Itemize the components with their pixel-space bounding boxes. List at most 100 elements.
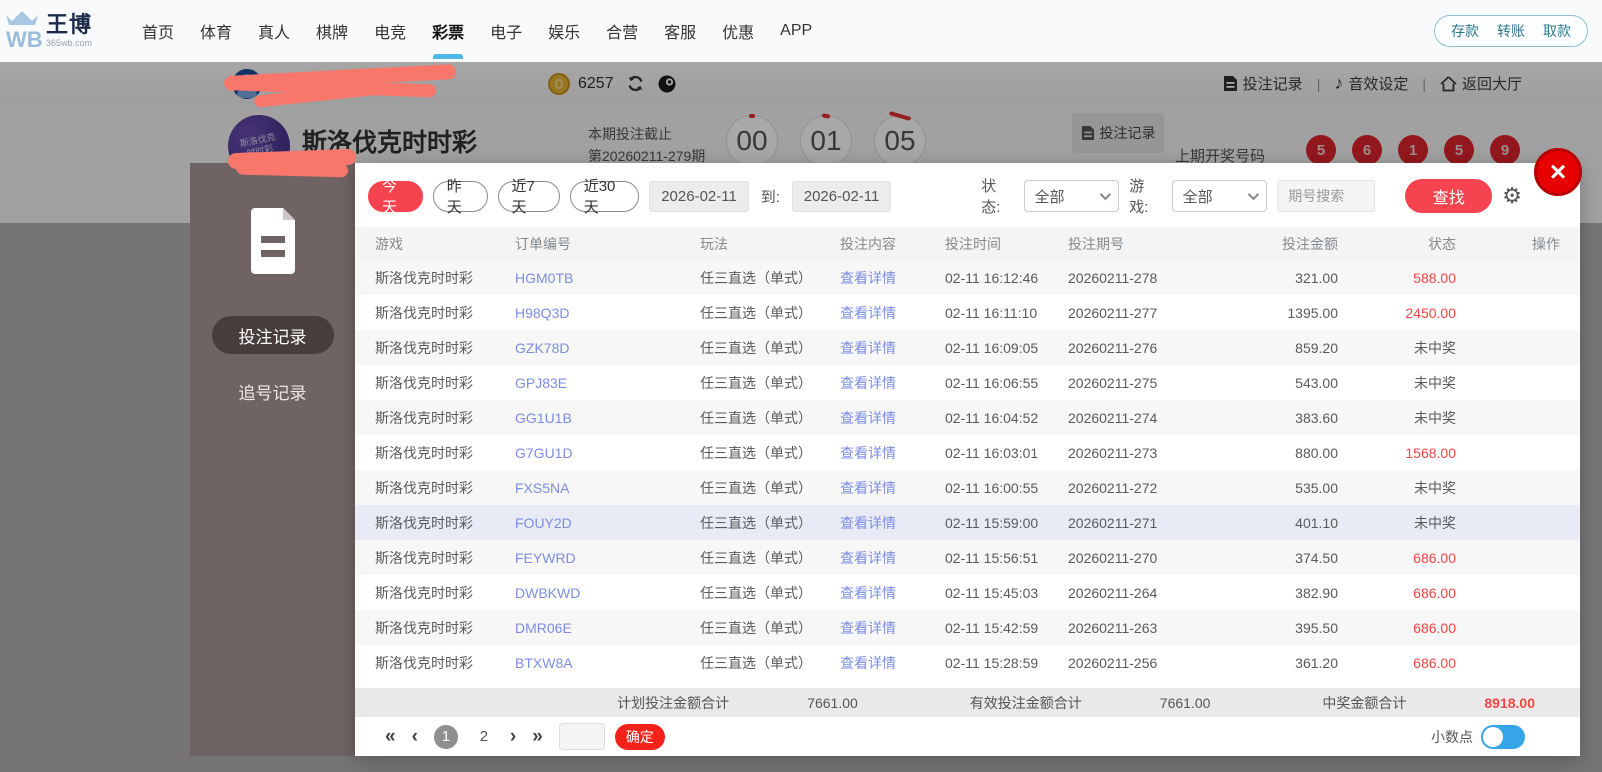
order-number-link[interactable]: FXS5NA — [515, 480, 700, 496]
view-details-link[interactable]: 查看详情 — [840, 583, 945, 603]
cell-status: 686.00 — [1413, 584, 1456, 601]
page-jump-input[interactable] — [558, 723, 605, 750]
table-body: 斯洛伐克时时彩 HGM0TB 任三直选（单式） 查看详情 02-11 16:12:46 2… — [355, 260, 1580, 680]
order-number-link[interactable]: DWBKWD — [515, 585, 700, 601]
cell-amount: 374.50 — [1295, 549, 1338, 566]
nav-item-棋牌[interactable]: 棋牌 — [314, 1, 350, 61]
cell-play-type: 任三直选（单式） — [700, 549, 812, 566]
page-1[interactable]: 1 — [433, 724, 458, 749]
bet-records-modal: 今天 昨天 近7天 近30天 2026-02-11 到: 2026-02-11 状态:… — [355, 163, 1580, 756]
table-row: 斯洛伐克时时彩 G7GU1D 任三直选（单式） 查看详情 02-11 16:03:01 2… — [355, 435, 1580, 470]
cell-status: 未中奖 — [1414, 514, 1456, 531]
brand-logo[interactable]: WB 王博 365wb.com — [2, 9, 132, 53]
nav-item-体育[interactable]: 体育 — [198, 1, 234, 61]
order-number-link[interactable]: BTXW8A — [515, 655, 700, 671]
page-2[interactable]: 2 — [472, 725, 496, 749]
cell-game: 斯洛伐克时时彩 — [375, 549, 473, 566]
cell-amount: 383.60 — [1295, 409, 1338, 426]
status-select[interactable]: 全部 — [1023, 180, 1120, 212]
brand-name: 王博 — [46, 12, 93, 37]
order-number-link[interactable]: FEYWRD — [515, 550, 700, 566]
page: WB 王博 365wb.com 首页 体育 真人 棋牌 电竞 彩票 电子 娱乐 合营 客服 优惠 AP… — [0, 0, 1602, 772]
decimal-toggle[interactable] — [1481, 724, 1525, 749]
brand-domain: 365wb.com — [46, 38, 93, 48]
table-row: 斯洛伐克时时彩 GG1U1B 任三直选（单式） 查看详情 02-11 16:04:52 2… — [355, 400, 1580, 435]
view-details-link[interactable]: 查看详情 — [840, 303, 945, 323]
order-number-link[interactable]: GZK78D — [515, 340, 700, 356]
close-icon[interactable]: × — [1534, 148, 1582, 196]
find-button[interactable]: 查找 — [1405, 179, 1493, 213]
table-row: 斯洛伐克时时彩 GPJ83E 任三直选（单式） 查看详情 02-11 16:06:55 2… — [355, 365, 1580, 400]
nav-item-优惠[interactable]: 优惠 — [720, 1, 756, 61]
order-number-link[interactable]: GG1U1B — [515, 410, 700, 426]
wallet-存款[interactable]: 存款 — [1451, 21, 1479, 41]
wallet-取款[interactable]: 取款 — [1543, 21, 1571, 41]
view-details-link[interactable]: 查看详情 — [840, 373, 945, 393]
game-select[interactable]: 全部 — [1171, 180, 1268, 212]
sidebar-item-投注记录[interactable]: 投注记录 — [211, 316, 334, 354]
cell-play-type: 任三直选（单式） — [700, 409, 812, 426]
table-row: 斯洛伐克时时彩 FXS5NA 任三直选（单式） 查看详情 02-11 16:00:55 2… — [355, 470, 1580, 505]
username-redaction-scribble — [223, 63, 474, 108]
cell-game: 斯洛伐克时时彩 — [375, 584, 473, 601]
order-number-link[interactable]: H98Q3D — [515, 305, 700, 321]
order-number-link[interactable]: GPJ83E — [515, 375, 700, 391]
wallet-转账[interactable]: 转账 — [1497, 21, 1525, 41]
prev-page-button[interactable]: ‹ — [412, 726, 418, 748]
view-details-link[interactable]: 查看详情 — [840, 443, 945, 463]
order-number-link[interactable]: DMR06E — [515, 620, 700, 636]
date-to-input[interactable]: 2026-02-11 — [791, 180, 892, 212]
cell-game: 斯洛伐克时时彩 — [375, 444, 473, 461]
quick-filter-近30天[interactable]: 近30天 — [569, 178, 640, 216]
view-details-link[interactable]: 查看详情 — [840, 548, 945, 568]
cell-play-type: 任三直选（单式） — [700, 584, 812, 601]
gear-icon[interactable]: ⚙ — [1502, 184, 1522, 209]
order-number-link[interactable]: FOUY2D — [515, 515, 700, 531]
view-details-link[interactable]: 查看详情 — [840, 268, 945, 288]
date-from-input[interactable]: 2026-02-11 — [649, 180, 749, 212]
nav-item-合营[interactable]: 合营 — [604, 1, 640, 61]
nav-item-APP[interactable]: APP — [778, 4, 814, 58]
column-header-操作: 操作 — [1532, 235, 1560, 252]
nav-item-客服[interactable]: 客服 — [662, 1, 698, 61]
table-row: 斯洛伐克时时彩 DMR06E 任三直选（单式） 查看详情 02-11 15:42:59 2… — [355, 610, 1580, 645]
view-details-link[interactable]: 查看详情 — [840, 653, 945, 673]
cell-play-type: 任三直选（单式） — [700, 269, 812, 286]
cell-amount: 395.50 — [1295, 619, 1338, 636]
first-page-button[interactable]: « — [385, 726, 396, 748]
cell-period: 20260211-274 — [1068, 409, 1158, 426]
cell-period: 20260211-270 — [1068, 549, 1158, 566]
view-details-link[interactable]: 查看详情 — [840, 618, 945, 638]
cell-amount: 859.20 — [1295, 339, 1338, 356]
next-page-button[interactable]: › — [510, 726, 516, 748]
records-sidebar: 投注记录 追号记录 — [190, 163, 355, 756]
view-details-link[interactable]: 查看详情 — [840, 513, 945, 533]
order-number-link[interactable]: G7GU1D — [515, 445, 700, 461]
quick-filter-今天[interactable]: 今天 — [368, 178, 423, 216]
wallet-pill: 存款 转账 取款 — [1434, 15, 1588, 47]
quick-filter-近7天[interactable]: 近7天 — [497, 178, 560, 216]
period-search-input[interactable] — [1277, 180, 1376, 212]
view-details-link[interactable]: 查看详情 — [840, 478, 945, 498]
cell-period: 20260211-264 — [1068, 584, 1158, 601]
order-number-link[interactable]: HGM0TB — [515, 270, 700, 286]
cell-period: 20260211-277 — [1068, 304, 1158, 321]
cell-amount: 382.90 — [1295, 584, 1338, 601]
nav-item-电竞[interactable]: 电竞 — [372, 1, 408, 61]
sidebar-item-追号记录[interactable]: 追号记录 — [212, 372, 334, 410]
cell-bet-time: 02-11 16:09:05 — [945, 339, 1039, 356]
cell-status: 未中奖 — [1414, 479, 1456, 496]
nav-item-彩票[interactable]: 彩票 — [430, 1, 466, 61]
nav-item-娱乐[interactable]: 娱乐 — [546, 1, 582, 61]
last-page-button[interactable]: » — [532, 726, 543, 748]
view-details-link[interactable]: 查看详情 — [840, 408, 945, 428]
nav-item-首页[interactable]: 首页 — [140, 1, 176, 61]
nav-item-真人[interactable]: 真人 — [256, 1, 292, 61]
view-details-link[interactable]: 查看详情 — [840, 338, 945, 358]
cell-game: 斯洛伐克时时彩 — [375, 479, 473, 496]
svg-text:WB: WB — [6, 27, 42, 52]
nav-item-电子[interactable]: 电子 — [488, 1, 524, 61]
cell-bet-time: 02-11 16:12:46 — [945, 269, 1039, 286]
quick-filter-昨天[interactable]: 昨天 — [432, 178, 488, 216]
confirm-button[interactable]: 确定 — [614, 723, 665, 750]
